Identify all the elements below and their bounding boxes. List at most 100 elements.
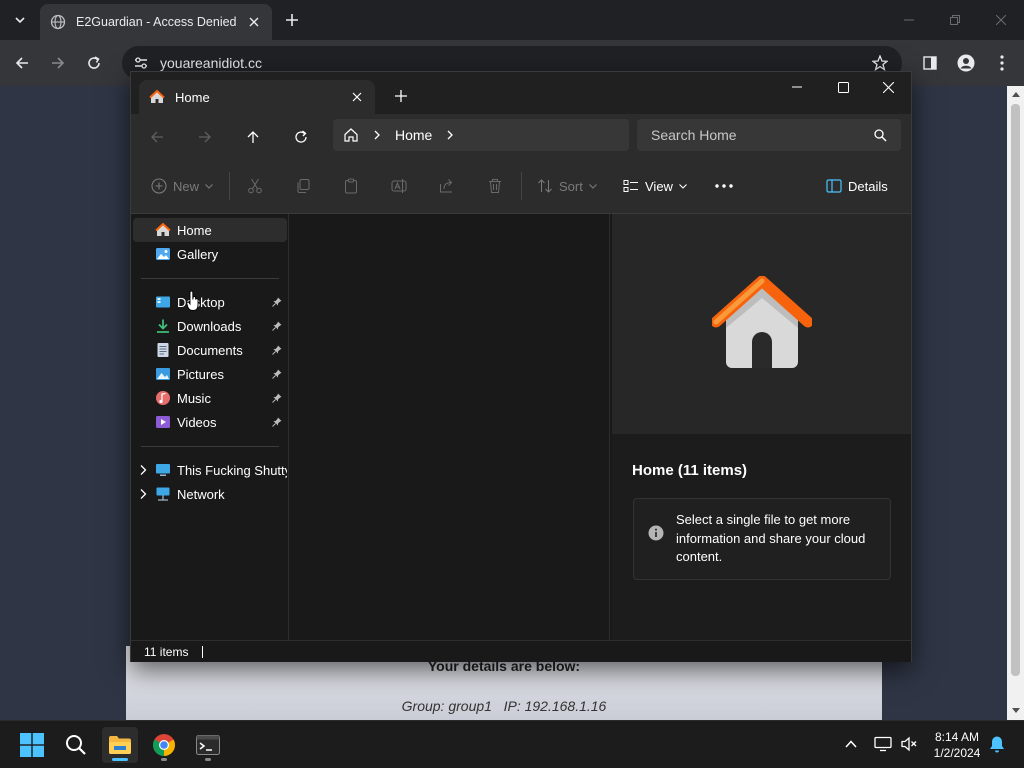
scrollbar-thumb[interactable]: [1011, 104, 1020, 676]
sidebar-item-music[interactable]: Music: [133, 386, 287, 410]
chevron-right-icon[interactable]: [137, 488, 149, 500]
close-icon: [352, 92, 362, 102]
close-icon: [249, 17, 259, 27]
rename-button[interactable]: [391, 172, 407, 200]
page-scrollbar[interactable]: [1007, 86, 1024, 720]
new-tab-button[interactable]: [280, 8, 304, 32]
details-pane-button[interactable]: Details: [826, 172, 888, 200]
explorer-refresh-button[interactable]: [285, 122, 317, 152]
taskbar-terminal[interactable]: [190, 727, 226, 763]
chevron-down-icon: [588, 183, 597, 189]
sidebar-item-pictures[interactable]: Pictures: [133, 362, 287, 386]
notifications-button[interactable]: [986, 733, 1008, 755]
explorer-status-bar: 11 items: [131, 640, 911, 662]
speaker-muted-icon: [901, 736, 917, 752]
clock-time: 8:14 AM: [934, 730, 980, 744]
explorer-search-input[interactable]: Search Home: [637, 119, 901, 151]
start-button[interactable]: [14, 727, 50, 763]
browser-menu-button[interactable]: [988, 49, 1016, 77]
network-status-button[interactable]: [872, 733, 894, 755]
sort-button[interactable]: Sort: [537, 172, 597, 200]
sidebar-item-network[interactable]: Network: [133, 482, 287, 506]
sidebar-item-documents[interactable]: Documents: [133, 338, 287, 362]
explorer-new-tab-button[interactable]: [391, 86, 411, 106]
downloads-icon: [155, 318, 171, 334]
pin-icon: [271, 344, 283, 356]
taskbar-search-button[interactable]: [58, 727, 94, 763]
taskbar-file-explorer[interactable]: [102, 727, 138, 763]
star-icon: [872, 55, 888, 71]
system-clock[interactable]: 8:14 AM 1/2/2024: [926, 729, 988, 761]
explorer-forward-button[interactable]: [189, 122, 221, 152]
explorer-address-bar[interactable]: Home: [333, 119, 629, 151]
explorer-back-button[interactable]: [141, 122, 173, 152]
sidebar-item-gallery[interactable]: Gallery: [133, 242, 287, 266]
running-indicator: [161, 758, 167, 761]
delete-button[interactable]: [487, 172, 503, 200]
sidebar-item-downloads[interactable]: Downloads: [133, 314, 287, 338]
paste-icon: [345, 178, 357, 194]
url-text: youareanidiot.cc: [160, 55, 262, 71]
explorer-tab-close-button[interactable]: [349, 89, 365, 105]
browser-reload-button[interactable]: [80, 49, 108, 77]
paste-button[interactable]: [343, 172, 359, 200]
explorer-tab-label: Home: [175, 89, 210, 105]
show-hidden-icons-button[interactable]: [840, 733, 862, 755]
site-info-icon[interactable]: [134, 56, 148, 70]
videos-icon: [155, 414, 171, 430]
sidebar-item-desktop[interactable]: Desktop: [133, 290, 287, 314]
taskbar-chrome[interactable]: [146, 727, 182, 763]
explorer-close-button[interactable]: [865, 72, 911, 102]
search-placeholder: Search Home: [651, 127, 737, 143]
side-panel-button[interactable]: [916, 49, 944, 77]
scroll-up-icon[interactable]: [1011, 90, 1020, 99]
explorer-minimize-button[interactable]: [774, 72, 820, 102]
sidebar-item-label: Documents: [177, 342, 243, 358]
tab-close-button[interactable]: [246, 14, 262, 30]
sort-button-label: Sort: [559, 178, 583, 194]
new-button[interactable]: New: [151, 172, 213, 200]
search-icon: [874, 128, 887, 142]
browser-back-button[interactable]: [8, 49, 36, 77]
tab-search-button[interactable]: [8, 8, 32, 32]
sidebar-item-videos[interactable]: Videos: [133, 410, 287, 434]
browser-restore-button[interactable]: [932, 0, 978, 40]
breadcrumb-home[interactable]: Home: [395, 127, 432, 143]
info-icon: [648, 525, 664, 541]
chevron-right-icon[interactable]: [446, 130, 454, 140]
command-separator: [521, 172, 522, 200]
explorer-maximize-button[interactable]: [820, 72, 866, 102]
browser-tab[interactable]: E2Guardian - Access Denied: [40, 4, 272, 40]
documents-icon: [155, 342, 171, 358]
arrow-left-icon: [15, 57, 28, 69]
chevron-down-icon: [15, 17, 25, 24]
view-button[interactable]: View: [623, 172, 687, 200]
details-message: Select a single file to get more informa…: [676, 512, 866, 564]
profile-button[interactable]: [952, 49, 980, 77]
file-list-area[interactable]: [290, 214, 610, 640]
side-panel-icon: [923, 56, 937, 70]
sidebar-item-label: Videos: [177, 414, 217, 430]
arrow-left-icon: [151, 131, 163, 143]
sidebar-item-home[interactable]: Home: [133, 218, 287, 242]
details-preview: [612, 214, 911, 434]
scroll-down-icon[interactable]: [1011, 706, 1020, 715]
share-button[interactable]: [439, 172, 455, 200]
browser-forward-button[interactable]: [44, 49, 72, 77]
sidebar-item-this-pc[interactable]: This Fucking Shutty PC: [133, 458, 287, 482]
chevron-down-icon: [679, 183, 687, 189]
browser-close-button[interactable]: [978, 0, 1024, 40]
globe-icon: [50, 14, 66, 30]
minimize-icon: [904, 19, 914, 21]
desktop-icon: [155, 294, 171, 310]
volume-button[interactable]: [898, 733, 920, 755]
explorer-tab[interactable]: Home: [139, 80, 375, 114]
item-count: 11 items: [144, 644, 189, 659]
copy-button[interactable]: [295, 172, 311, 200]
cut-button[interactable]: [247, 172, 263, 200]
chevron-right-icon[interactable]: [137, 464, 149, 476]
sidebar-item-label: This Fucking Shutty PC: [177, 462, 287, 478]
see-more-button[interactable]: [715, 172, 733, 200]
explorer-up-button[interactable]: [237, 122, 269, 152]
browser-minimize-button[interactable]: [886, 0, 932, 40]
